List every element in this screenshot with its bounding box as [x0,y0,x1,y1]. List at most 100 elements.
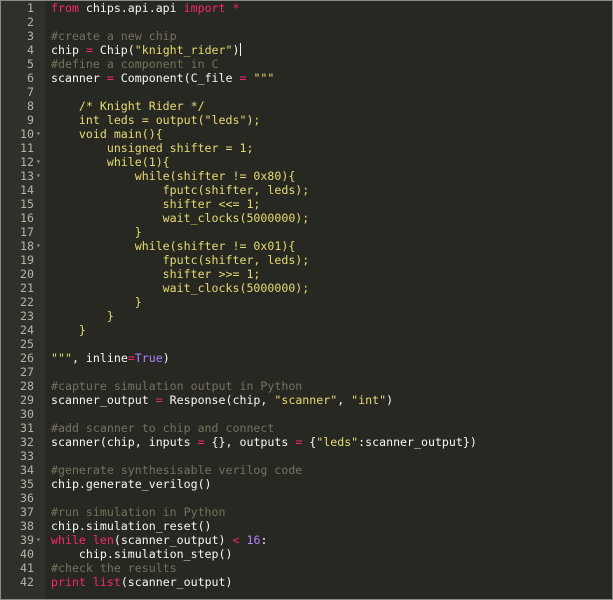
string-token: "knight_rider" [134,43,233,57]
code-editor[interactable]: 1 from chips.api.api import * 2 3 #create a … [0,0,613,600]
code-token: chip.simulation_step() [51,547,233,561]
line-number: 27 [20,365,34,379]
string-token: wait_clocks(5000000); [51,281,310,295]
line-number: 14 [20,183,34,197]
code-line[interactable]: 3 #create a new chip [1,29,612,43]
code-line[interactable]: 7 [1,85,612,99]
string-token: while(shifter != 0x01){ [51,239,296,253]
code-token: { [302,435,317,449]
code-line[interactable]: 38 chip.simulation_reset() [1,519,612,533]
code-line[interactable]: 33 [1,449,612,463]
code-line[interactable]: 17 } [1,225,612,239]
code-line[interactable]: 28 #capture simulation output in Python [1,379,612,393]
code-line[interactable]: 34 #generate synthesisable verilog code [1,463,612,477]
code-line[interactable]: 10 ▾ void main(){ [1,127,612,141]
string-token: "leds" [316,435,359,449]
line-number: 4 [27,43,34,57]
code-line[interactable]: 19 fputc(shifter, leds); [1,253,612,267]
line-number: 25 [20,337,34,351]
string-token: while(shifter != 0x80){ [51,169,296,183]
code-line[interactable]: 12 ▾ while(1){ [1,155,612,169]
code-token: Response(chip, [162,393,275,407]
fold-arrow-icon[interactable]: ▾ [36,127,44,141]
string-token: fputc(shifter, leds); [51,253,310,267]
code-line[interactable]: 31 #add scanner to chip and connect [1,421,612,435]
fold-arrow-icon[interactable]: ▾ [36,169,44,183]
string-token: /* Knight Rider */ [51,99,205,113]
code-line[interactable]: 32 scanner(chip, inputs = {}, outputs = {… [1,435,612,449]
line-number: 6 [27,71,34,85]
line-text: #add scanner to chip and connect [51,421,274,435]
code-line[interactable]: 8 /* Knight Rider */ [1,99,612,113]
line-text: chip.simulation_step() [51,547,233,561]
line-number: 1 [27,1,34,15]
line-number: 39 [20,533,34,547]
code-line[interactable]: 39 ▾ while len(scanner_output) < 16: [1,533,612,547]
comment-token: #check the results [51,561,177,575]
code-line[interactable]: 18 ▾ while(shifter != 0x01){ [1,239,612,253]
keyword-token: = [127,351,135,365]
code-line[interactable]: 15 shifter <<= 1; [1,197,612,211]
code-area[interactable]: 1 from chips.api.api import * 2 3 #create a … [1,1,612,589]
line-number: 12 [20,155,34,169]
code-line[interactable]: 36 [1,491,612,505]
code-line[interactable]: 4 chip = Chip("knight_rider") [1,43,612,57]
code-line[interactable]: 23 } [1,309,612,323]
comment-token: #create a new chip [51,29,177,43]
line-text: scanner = Component(C_file = """ [51,71,274,85]
code-line[interactable]: 6 scanner = Component(C_file = """ [1,71,612,85]
code-line[interactable]: 21 wait_clocks(5000000); [1,281,612,295]
code-line[interactable]: 26 """, inline=True) [1,351,612,365]
code-line[interactable]: 25 [1,337,612,351]
keyword-token: from [51,1,79,15]
fold-arrow-icon[interactable]: ▾ [36,155,44,169]
code-line[interactable]: 9 int leds = output("leds"); [1,113,612,127]
line-text: chip = Chip("knight_rider") [51,43,241,57]
fold-arrow-icon[interactable]: ▾ [36,533,44,547]
code-line[interactable]: 35 chip.generate_verilog() [1,477,612,491]
code-line[interactable]: 24 } [1,323,612,337]
code-line[interactable]: 14 fputc(shifter, leds); [1,183,612,197]
keyword-token: = [197,435,205,449]
code-line[interactable]: 27 [1,365,612,379]
code-line[interactable]: 20 shifter >>= 1; [1,267,612,281]
line-text: #check the results [51,561,177,575]
line-text: unsigned shifter = 1; [51,141,254,155]
code-line[interactable]: 16 wait_clocks(5000000); [1,211,612,225]
code-line[interactable]: 2 [1,15,612,29]
line-number: 34 [20,463,34,477]
line-number: 8 [27,99,34,113]
code-line[interactable]: 5 #define a component in C [1,57,612,71]
line-text: chip.simulation_reset() [51,519,212,533]
line-text: wait_clocks(5000000); [51,281,310,295]
line-number: 38 [20,519,34,533]
line-text: scanner(chip, inputs = {}, outputs = {"l… [51,435,477,449]
line-number: 31 [20,421,34,435]
line-text: int leds = output("leds"); [51,113,261,127]
code-line[interactable]: 40 chip.simulation_step() [1,547,612,561]
code-line[interactable]: 41 #check the results [1,561,612,575]
keyword-token: = [85,43,93,57]
code-line[interactable]: 30 [1,407,612,421]
fold-arrow-icon[interactable]: ▾ [36,239,44,253]
string-token: wait_clocks(5000000); [51,211,310,225]
code-line[interactable]: 11 unsigned shifter = 1; [1,141,612,155]
line-number: 3 [27,29,34,43]
code-line[interactable]: 13 ▾ while(shifter != 0x80){ [1,169,612,183]
line-number: 5 [27,57,34,71]
code-line[interactable]: 42 print list(scanner_output) [1,575,612,589]
line-text: from chips.api.api import * [51,1,239,15]
code-line[interactable]: 1 from chips.api.api import * [1,1,612,15]
keyword-token: import [183,1,226,15]
line-number: 23 [20,309,34,323]
code-line[interactable]: 37 #run simulation in Python [1,505,612,519]
line-text: #generate synthesisable verilog code [51,463,302,477]
line-text: while(shifter != 0x01){ [51,239,296,253]
line-text: while len(scanner_output) < 16: [51,533,267,547]
code-line[interactable]: 29 scanner_output = Response(chip, "scann… [1,393,612,407]
code-line[interactable]: 22 } [1,295,612,309]
line-text: void main(){ [51,127,163,141]
code-token: ) [162,351,170,365]
keyword-token: list [92,575,121,589]
